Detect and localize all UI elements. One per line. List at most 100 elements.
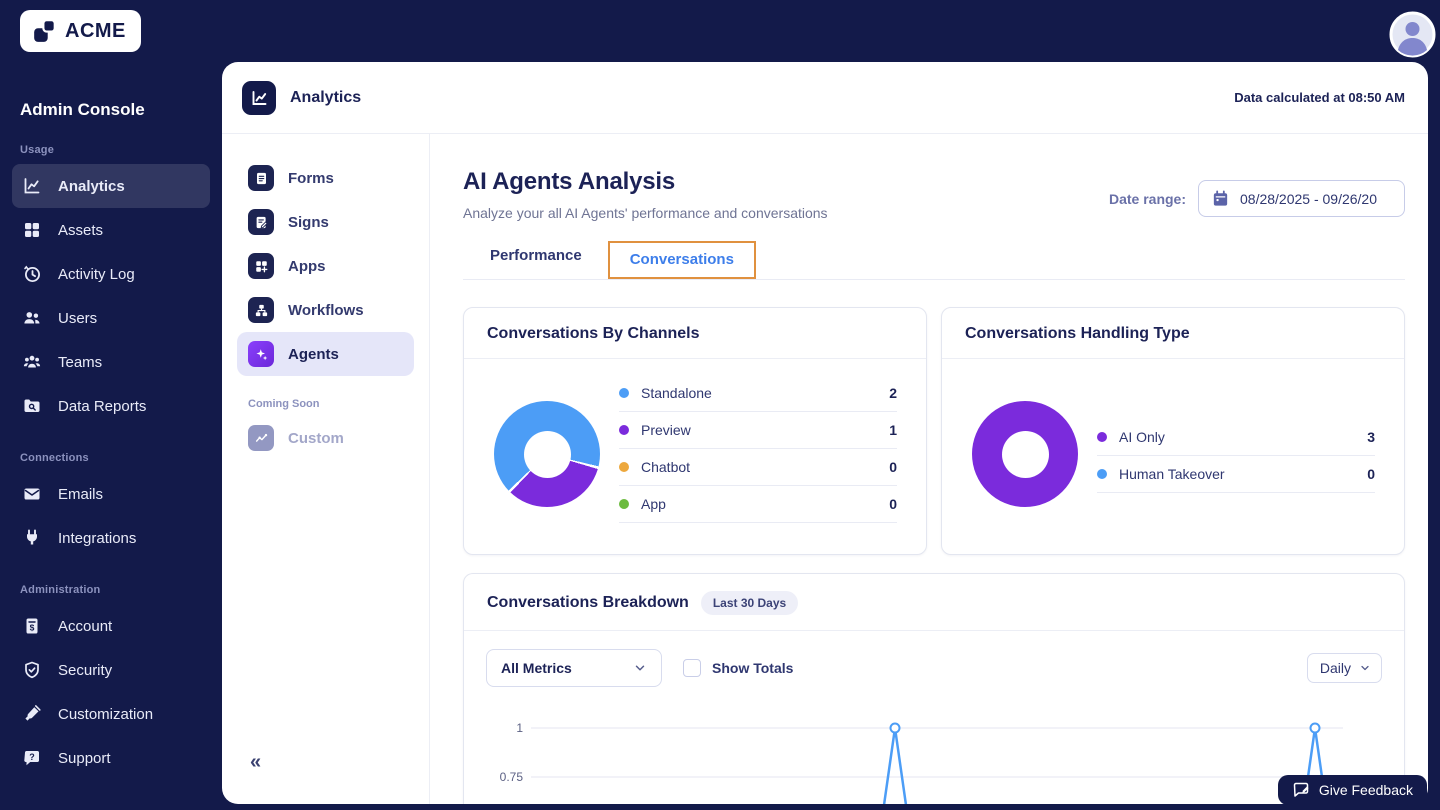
custom-icon (248, 425, 274, 451)
sidebar-item-label: Emails (58, 486, 103, 503)
last-30-days-badge: Last 30 Days (701, 591, 798, 615)
forms-icon (248, 165, 274, 191)
legend-label: Preview (641, 422, 691, 438)
sidebar-item-data-reports[interactable]: Data Reports (12, 384, 210, 428)
legend-row-preview: Preview 1 (619, 412, 897, 449)
breakdown-title: Conversations Breakdown (487, 594, 689, 612)
date-range: Date range: 08/28/2025 - 09/26/20 (1109, 176, 1405, 221)
date-range-label: Date range: (1109, 191, 1186, 207)
analytics-header-icon (242, 81, 276, 115)
give-feedback-button[interactable]: Give Feedback (1278, 775, 1427, 805)
coming-soon-label: Coming Soon (248, 398, 403, 410)
subnav-item-label: Forms (288, 170, 334, 187)
workflows-icon (248, 297, 274, 323)
emails-icon (22, 484, 42, 504)
y-tick-075: 0.75 (500, 770, 524, 784)
legend-value: 2 (889, 385, 897, 401)
sidebar-item-label: Account (58, 618, 112, 635)
standalone-dot (619, 388, 629, 398)
legend-label: App (641, 496, 666, 512)
panel-title: Analytics (290, 89, 361, 107)
sidebar-item-label: Teams (58, 354, 102, 371)
acme-logo-icon (32, 18, 58, 44)
page-title: AI Agents Analysis (463, 168, 828, 196)
ai-only-dot (1097, 432, 1107, 442)
subnav-item-forms[interactable]: Forms (237, 156, 414, 200)
legend-value: 0 (1367, 466, 1375, 482)
svg-text:?: ? (29, 752, 35, 762)
legend-row-app: App 0 (619, 486, 897, 523)
handling-type-card-title: Conversations Handling Type (942, 308, 1404, 359)
sidebar-item-label: Data Reports (58, 398, 146, 415)
teams-icon (22, 352, 42, 372)
legend-value: 1 (889, 422, 897, 438)
sidebar-section-administration: Administration (20, 584, 202, 596)
y-tick-1: 1 (516, 721, 523, 735)
support-icon: ? (22, 748, 42, 768)
acme-logo[interactable]: ACME (20, 10, 141, 52)
legend-label: AI Only (1119, 429, 1165, 445)
subnav-item-label: Custom (288, 430, 344, 447)
legend-value: 0 (889, 459, 897, 475)
data-reports-icon (22, 396, 42, 416)
user-avatar[interactable] (1389, 11, 1436, 58)
preview-dot (619, 425, 629, 435)
subnav-item-custom[interactable]: Custom (237, 416, 414, 460)
sidebar-item-assets[interactable]: Assets (12, 208, 210, 252)
sidebar-item-integrations[interactable]: Integrations (12, 516, 210, 560)
sidebar-item-customization[interactable]: Customization (12, 692, 210, 736)
tab-conversations[interactable]: Conversations (608, 241, 756, 279)
subnav-item-signs[interactable]: Signs (237, 200, 414, 244)
sidebar-item-account[interactable]: $ Account (12, 604, 210, 648)
sidebar-item-teams[interactable]: Teams (12, 340, 210, 384)
handling-type-card: Conversations Handling Type AI Only 3 (941, 307, 1405, 555)
svg-text:$: $ (30, 623, 35, 633)
sidebar-item-security[interactable]: Security (12, 648, 210, 692)
metrics-select-value: All Metrics (501, 660, 572, 676)
subnav-item-label: Workflows (288, 302, 364, 319)
legend-label: Human Takeover (1119, 466, 1225, 482)
handling-donut-chart (972, 401, 1078, 507)
channels-card: Conversations By Channels Standalone 2 (463, 307, 927, 555)
legend-row-chatbot: Chatbot 0 (619, 449, 897, 486)
legend-label: Standalone (641, 385, 712, 401)
subnav-item-workflows[interactable]: Workflows (237, 288, 414, 332)
sidebar-item-label: Support (58, 750, 111, 767)
users-icon (22, 308, 42, 328)
brand-name: ACME (65, 20, 126, 43)
metrics-select[interactable]: All Metrics (486, 649, 662, 687)
channels-card-title: Conversations By Channels (464, 308, 926, 359)
chevron-down-icon (633, 661, 647, 675)
show-totals-checkbox[interactable] (683, 659, 701, 677)
subnav-item-label: Signs (288, 214, 329, 231)
subnav-item-apps[interactable]: Apps (237, 244, 414, 288)
sidebar-item-label: Customization (58, 706, 153, 723)
tab-performance[interactable]: Performance (490, 247, 582, 279)
sidebar-item-label: Users (58, 310, 97, 327)
legend-row-human-takeover: Human Takeover 0 (1097, 456, 1375, 493)
legend-value: 3 (1367, 429, 1375, 445)
subnav-item-label: Agents (288, 346, 339, 363)
sidebar-item-analytics[interactable]: Analytics (12, 164, 210, 208)
apps-icon (248, 253, 274, 279)
sidebar-item-activity-log[interactable]: Activity Log (12, 252, 210, 296)
sidebar-item-support[interactable]: ? Support (12, 736, 210, 780)
human-takeover-dot (1097, 469, 1107, 479)
legend-label: Chatbot (641, 459, 690, 475)
sidebar-item-emails[interactable]: Emails (12, 472, 210, 516)
date-range-input[interactable]: 08/28/2025 - 09/26/20 (1198, 180, 1405, 217)
sidebar-section-connections: Connections (20, 452, 202, 464)
panel-header: Analytics Data calculated at 08:50 AM (222, 62, 1428, 134)
page-subtitle: Analyze your all AI Agents' performance … (463, 205, 828, 221)
customization-icon (22, 704, 42, 724)
sidebar-item-label: Assets (58, 222, 103, 239)
subnav: Forms Signs Apps Workflows Agents Coming… (222, 134, 430, 804)
sidebar-section-usage: Usage (20, 144, 202, 156)
collapse-sidebar-button[interactable]: « (250, 752, 261, 772)
subnav-item-agents[interactable]: Agents (237, 332, 414, 376)
interval-select[interactable]: Daily (1307, 653, 1382, 683)
chevron-down-icon (1359, 662, 1371, 674)
sidebar-item-users[interactable]: Users (12, 296, 210, 340)
channels-donut-chart (494, 401, 600, 507)
sidebar-item-label: Security (58, 662, 112, 679)
